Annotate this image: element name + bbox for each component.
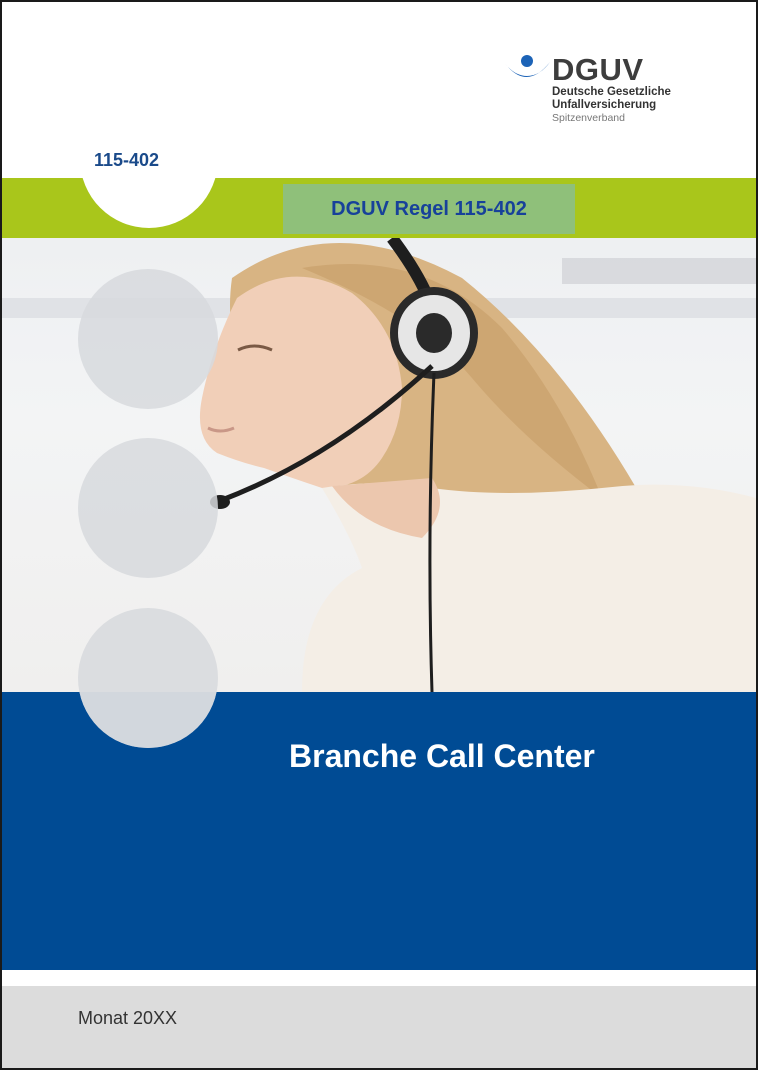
logo-line-3: Spitzenverband: [552, 112, 625, 124]
logo-abbreviation: DGUV: [552, 52, 644, 87]
sector-title: Branche Call Center: [289, 738, 595, 774]
decor-circle-2: [78, 438, 218, 578]
decor-circle-1: [78, 269, 218, 409]
cover-page: DGUV Deutsche Gesetzliche Unfallversiche…: [0, 0, 758, 1070]
footer-band: Monat 20XX: [2, 986, 756, 1068]
rule-title: DGUV Regel 115-402: [331, 197, 527, 220]
decor-circle-3: [78, 608, 218, 748]
publication-date: Monat 20XX: [78, 1008, 178, 1028]
logo-line-2: Unfallversicherung: [552, 99, 657, 111]
document-number: 115-402: [94, 150, 160, 170]
logo-text: DGUV Deutsche Gesetzliche Unfallversiche…: [552, 54, 671, 125]
rule-title-box: DGUV Regel 115-402: [283, 184, 575, 234]
logo-line-1: Deutsche Gesetzliche: [552, 86, 671, 98]
dguv-logo-icon: [504, 55, 550, 77]
